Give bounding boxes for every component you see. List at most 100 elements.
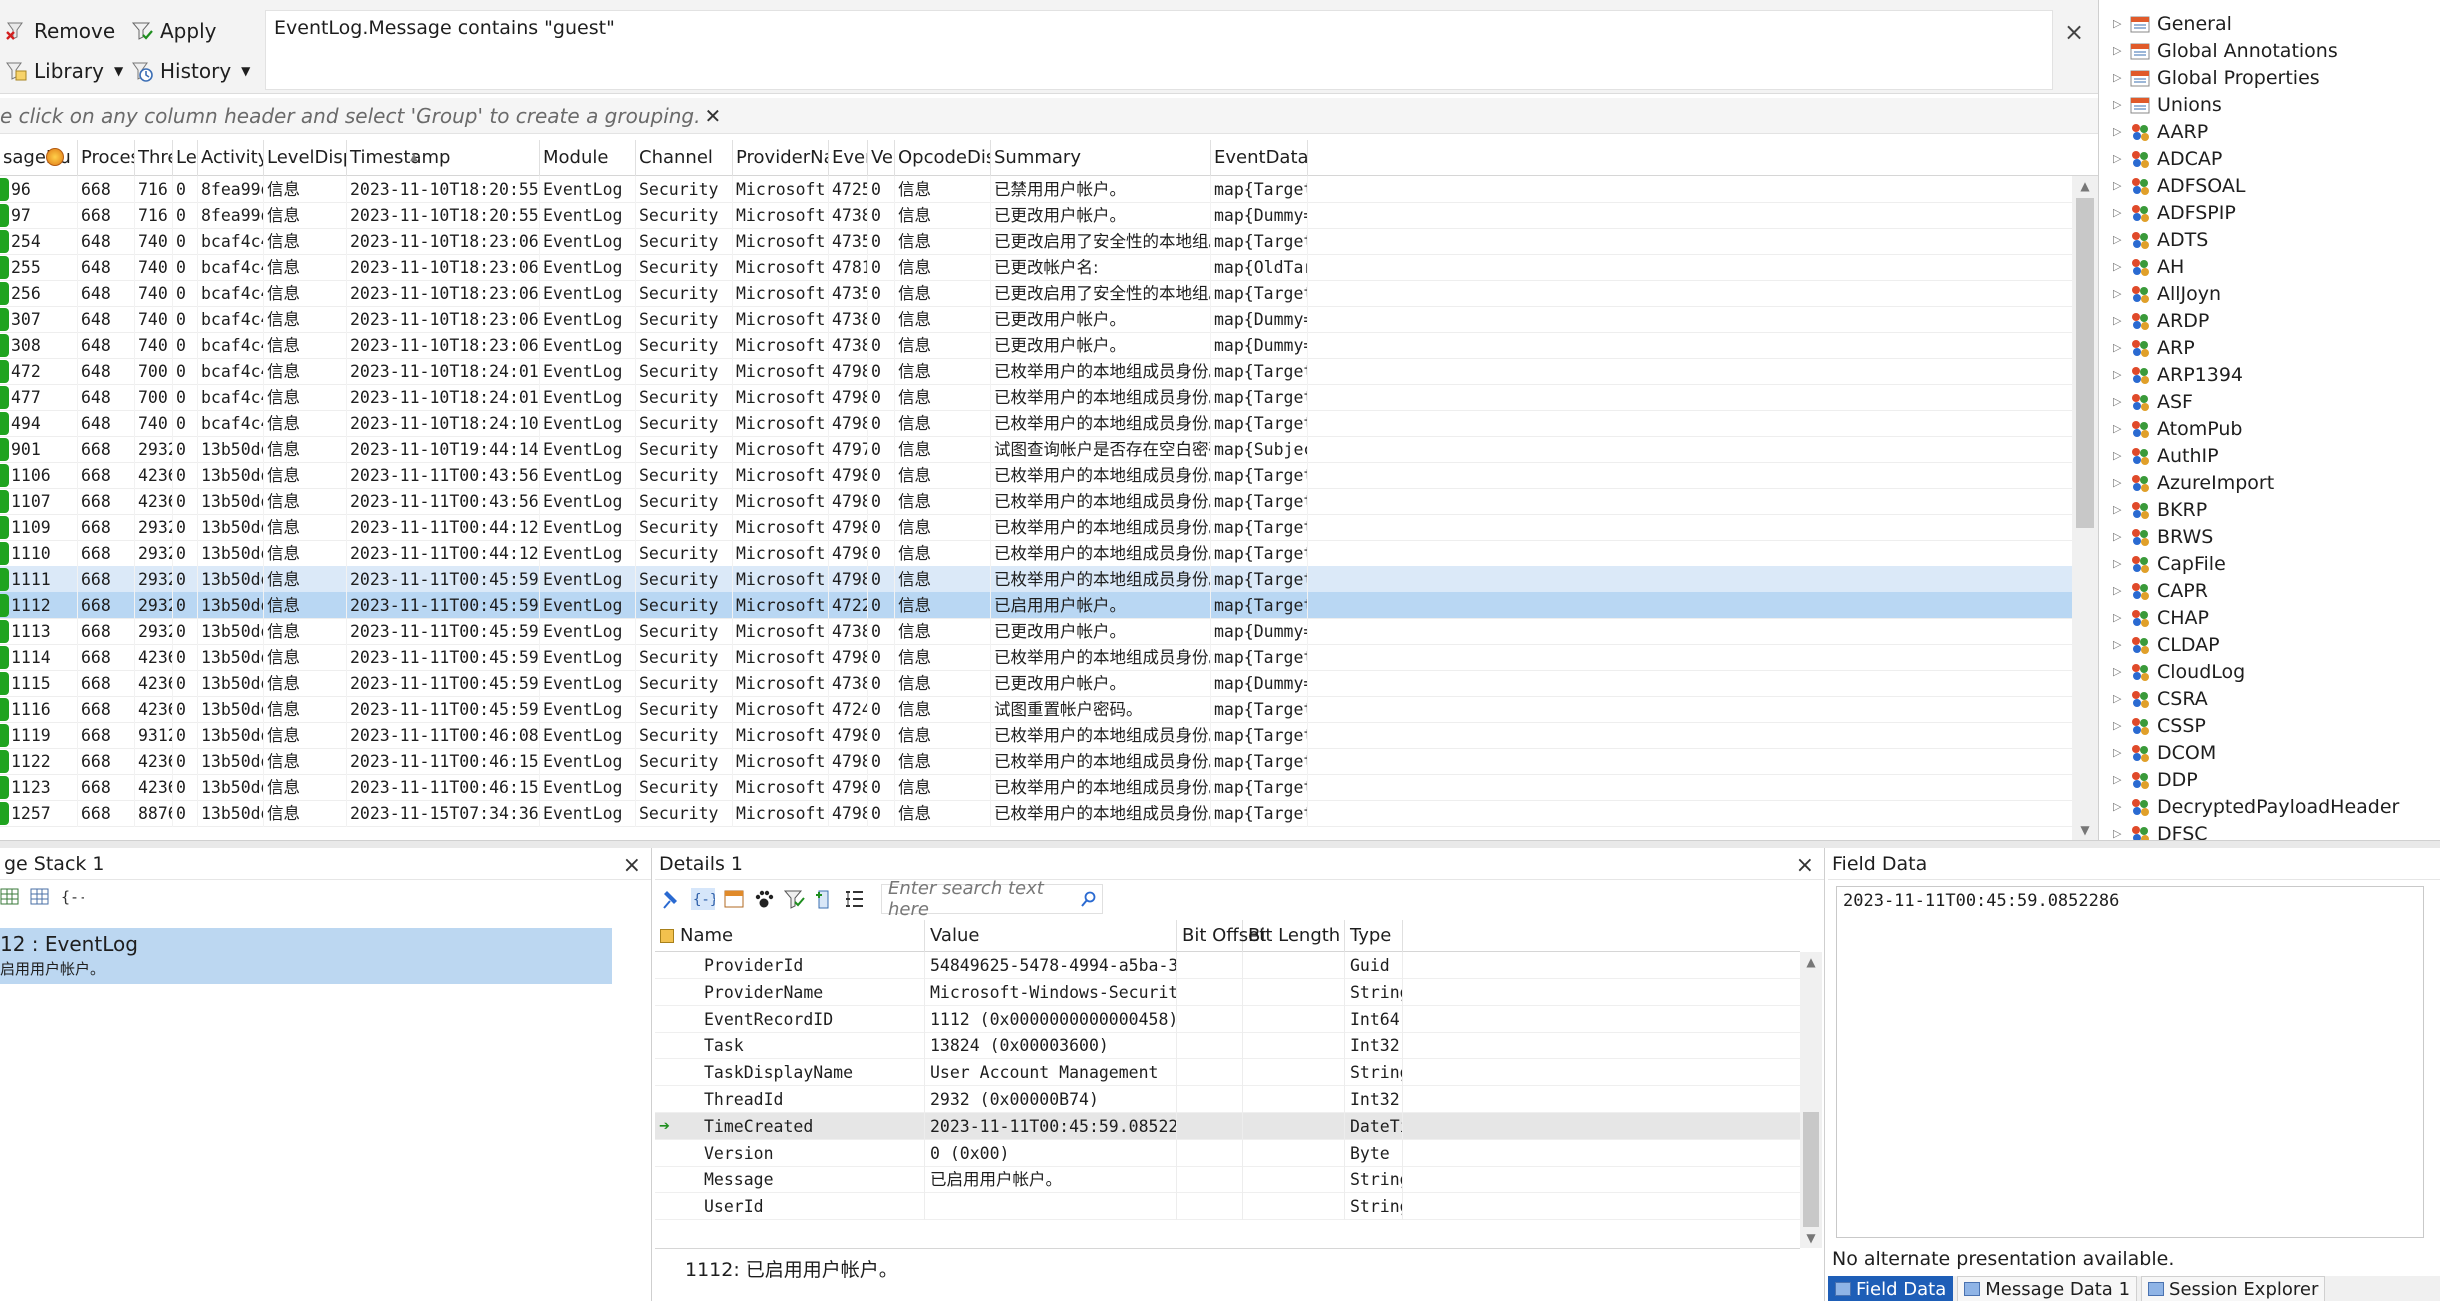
details-row[interactable]: Message已启用用户帐户。 String	[655, 1166, 1800, 1194]
protocol-tree-item[interactable]: ▷ Unions	[2113, 91, 2222, 118]
expand-arrow-icon[interactable]: ▷	[2113, 98, 2123, 111]
tab-session-explorer[interactable]: Session Explorer	[2141, 1276, 2326, 1301]
details-row[interactable]: Task 13824 (0x00003600) Int32	[655, 1032, 1800, 1060]
protocol-tree-item[interactable]: ▷ CSRA	[2113, 685, 2208, 712]
protocol-tree-item[interactable]: ▷ CHAP	[2113, 604, 2209, 631]
column-header-leveldisplayna[interactable]: LevelDisplayNa	[264, 140, 347, 176]
expand-arrow-icon[interactable]: ▷	[2113, 719, 2123, 732]
protocol-tree-item[interactable]: ▷ DDP	[2113, 766, 2198, 793]
history-dropdown[interactable]: History ▼	[130, 54, 250, 88]
add-column-icon[interactable]	[813, 888, 835, 910]
column-header-providername[interactable]: ProviderName	[733, 140, 829, 176]
protocol-tree-item[interactable]: ▷ ADTS	[2113, 226, 2208, 253]
expand-arrow-icon[interactable]: ▷	[2113, 71, 2123, 84]
details-column-bit-length[interactable]: Bit Length	[1243, 920, 1345, 952]
scroll-down-icon[interactable]: ▼	[1800, 1228, 1822, 1248]
details-row[interactable]: TaskDisplayName User Account Management St…	[655, 1059, 1800, 1087]
expand-arrow-icon[interactable]: ▷	[2113, 368, 2123, 381]
flag-column-icon[interactable]	[46, 148, 64, 166]
close-icon[interactable]: ×	[1796, 850, 1814, 882]
table-row[interactable]: 11146684236013b50dde…信息2023-11-11T00:45:…	[0, 644, 2072, 671]
table-row[interactable]: 11166684236013b50dde…信息2023-11-11T00:45:…	[0, 696, 2072, 723]
close-icon[interactable]: ×	[623, 850, 641, 882]
table-row[interactable]: 4946487400bcaf4c48…信息2023-11-10T18:24:10…	[0, 410, 2072, 437]
scroll-up-icon[interactable]: ▲	[2072, 176, 2098, 196]
table-row[interactable]: 11226684236013b50dde…信息2023-11-11T00:46:…	[0, 748, 2072, 775]
protocol-tree-item[interactable]: ▷ BRWS	[2113, 523, 2213, 550]
sort-ascending-icon[interactable]: ▲	[410, 140, 418, 176]
protocol-tree-item[interactable]: ▷ ADFSOAL	[2113, 172, 2246, 199]
expand-arrow-icon[interactable]: ▷	[2113, 530, 2123, 543]
table-view-icon[interactable]	[0, 887, 20, 907]
protocol-tree-item[interactable]: ▷ CSSP	[2113, 712, 2206, 739]
protocol-tree-item[interactable]: ▷ AzureImport	[2113, 469, 2274, 496]
column-header-processid[interactable]: ProcessId	[78, 140, 135, 176]
table-row[interactable]: 11236684236013b50dde…信息2023-11-11T00:46:…	[0, 774, 2072, 801]
paw-icon[interactable]	[753, 888, 775, 910]
column-header-summary[interactable]: Summary	[991, 140, 1211, 176]
table-row[interactable]: 12576688876013b50dde…信息2023-11-15T07:34:…	[0, 800, 2072, 827]
expand-arrow-icon[interactable]: ▷	[2113, 773, 2123, 786]
grid-scrollbar[interactable]: ▲ ▼	[2072, 176, 2098, 840]
protocol-tree-item[interactable]: ▷ CAPR	[2113, 577, 2208, 604]
close-filter-icon[interactable]: ×	[2060, 18, 2088, 46]
table-row[interactable]: 11066684236013b50dde…信息2023-11-11T00:43:…	[0, 462, 2072, 489]
expand-arrow-icon[interactable]: ▷	[2113, 17, 2123, 30]
protocol-tree-item[interactable]: ▷ Global Annotations	[2113, 37, 2338, 64]
details-scroll-thumb[interactable]	[1803, 1112, 1819, 1227]
pin-icon[interactable]	[661, 888, 683, 910]
table-row[interactable]: 11106682932013b50dde…信息2023-11-11T00:44:…	[0, 540, 2072, 567]
grid-scroll-thumb[interactable]	[2076, 198, 2094, 528]
details-row[interactable]: ProviderId54849625-5478-4994-a5ba-3e3b03…	[655, 952, 1800, 979]
remove-button[interactable]: Remove	[4, 14, 115, 48]
details-row[interactable]: Version 0 (0x00) Byte	[655, 1139, 1800, 1167]
details-row[interactable]: ➔ TimeCreated 2023-11-11T00:45:59.0852286 D…	[655, 1112, 1800, 1140]
details-row[interactable]: UserId String	[655, 1193, 1800, 1221]
expand-arrow-icon[interactable]: ▷	[2113, 125, 2123, 138]
table-row[interactable]: 11096682932013b50dde…信息2023-11-11T00:44:…	[0, 514, 2072, 541]
expand-arrow-icon[interactable]: ▷	[2113, 260, 2123, 273]
table-row[interactable]: 11136682932013b50dde…信息2023-11-11T00:45:…	[0, 618, 2072, 645]
column-header-activityid[interactable]: ActivityId	[198, 140, 264, 176]
filter-check-icon[interactable]	[783, 888, 805, 910]
protocol-tree-item[interactable]: ▷ ADFSPIP	[2113, 199, 2236, 226]
column-header-leve[interactable]: Leve	[173, 140, 198, 176]
details-column-name[interactable]: Name	[655, 920, 925, 952]
expand-arrow-icon[interactable]: ▷	[2113, 638, 2123, 651]
details-row[interactable]: ProviderNameMicrosoft-Windows-Security-A…	[655, 978, 1800, 1006]
table-row[interactable]: 9016682932013b50dde…信息2023-11-10T19:44:1…	[0, 436, 2072, 463]
expand-arrow-icon[interactable]: ▷	[2113, 692, 2123, 705]
tab-message-data-1[interactable]: Message Data 1	[1957, 1276, 2138, 1301]
table-row[interactable]: 11116682932013b50dde…信息2023-11-11T00:45:…	[0, 566, 2072, 593]
protocol-tree-item[interactable]: ▷ ARP	[2113, 334, 2195, 361]
table-row[interactable]: 2546487400bcaf4c48…信息2023-11-10T18:23:06…	[0, 228, 2072, 255]
expand-arrow-icon[interactable]: ▷	[2113, 800, 2123, 813]
scroll-up-icon[interactable]: ▲	[1800, 952, 1822, 972]
protocol-tree-item[interactable]: ▷ ARDP	[2113, 307, 2209, 334]
protocol-tree-item[interactable]: ▷ AH	[2113, 253, 2184, 280]
expand-arrow-icon[interactable]: ▷	[2113, 827, 2123, 840]
message-stack-selected-item[interactable]: 12 : EventLog 启用用户帐户。	[0, 928, 612, 984]
protocol-tree-item[interactable]: ▷ AuthIP	[2113, 442, 2219, 469]
expand-arrow-icon[interactable]: ▷	[2113, 314, 2123, 327]
protocol-tree-item[interactable]: ▷ ARP1394	[2113, 361, 2243, 388]
protocol-tree-item[interactable]: ▷ AARP	[2113, 118, 2208, 145]
table-row[interactable]: 2556487400bcaf4c48…信息2023-11-10T18:23:06…	[0, 254, 2072, 281]
filter-expression-input[interactable]: EventLog.Message contains "guest"	[265, 10, 2053, 90]
field-data-value[interactable]: 2023-11-11T00:45:59.0852286	[1836, 886, 2424, 1238]
horizontal-splitter[interactable]	[0, 840, 2440, 848]
protocol-tree-item[interactable]: ▷ ASF	[2113, 388, 2193, 415]
expand-arrow-icon[interactable]: ▷	[2113, 341, 2123, 354]
expand-arrow-icon[interactable]: ▷	[2113, 557, 2123, 570]
braces-icon[interactable]: {--}	[60, 887, 84, 907]
protocol-tree-item[interactable]: ▷ DecryptedPayloadHeader	[2113, 793, 2399, 820]
table-row[interactable]: 11076684236013b50dde…信息2023-11-11T00:43:…	[0, 488, 2072, 515]
table-row[interactable]: 11196689312013b50dde…信息2023-11-11T00:46:…	[0, 722, 2072, 749]
column-header-threac[interactable]: Threac	[135, 140, 173, 176]
protocol-tree-item[interactable]: ▷ General	[2113, 10, 2232, 37]
protocol-tree-item[interactable]: ▷ CLDAP	[2113, 631, 2220, 658]
details-search-input[interactable]: Enter search text here	[881, 878, 1103, 920]
table-row[interactable]: 11156684236013b50dde…信息2023-11-11T00:45:…	[0, 670, 2072, 697]
expand-arrow-icon[interactable]: ▷	[2113, 476, 2123, 489]
table-row[interactable]: 3086487400bcaf4c48…信息2023-11-10T18:23:06…	[0, 332, 2072, 359]
